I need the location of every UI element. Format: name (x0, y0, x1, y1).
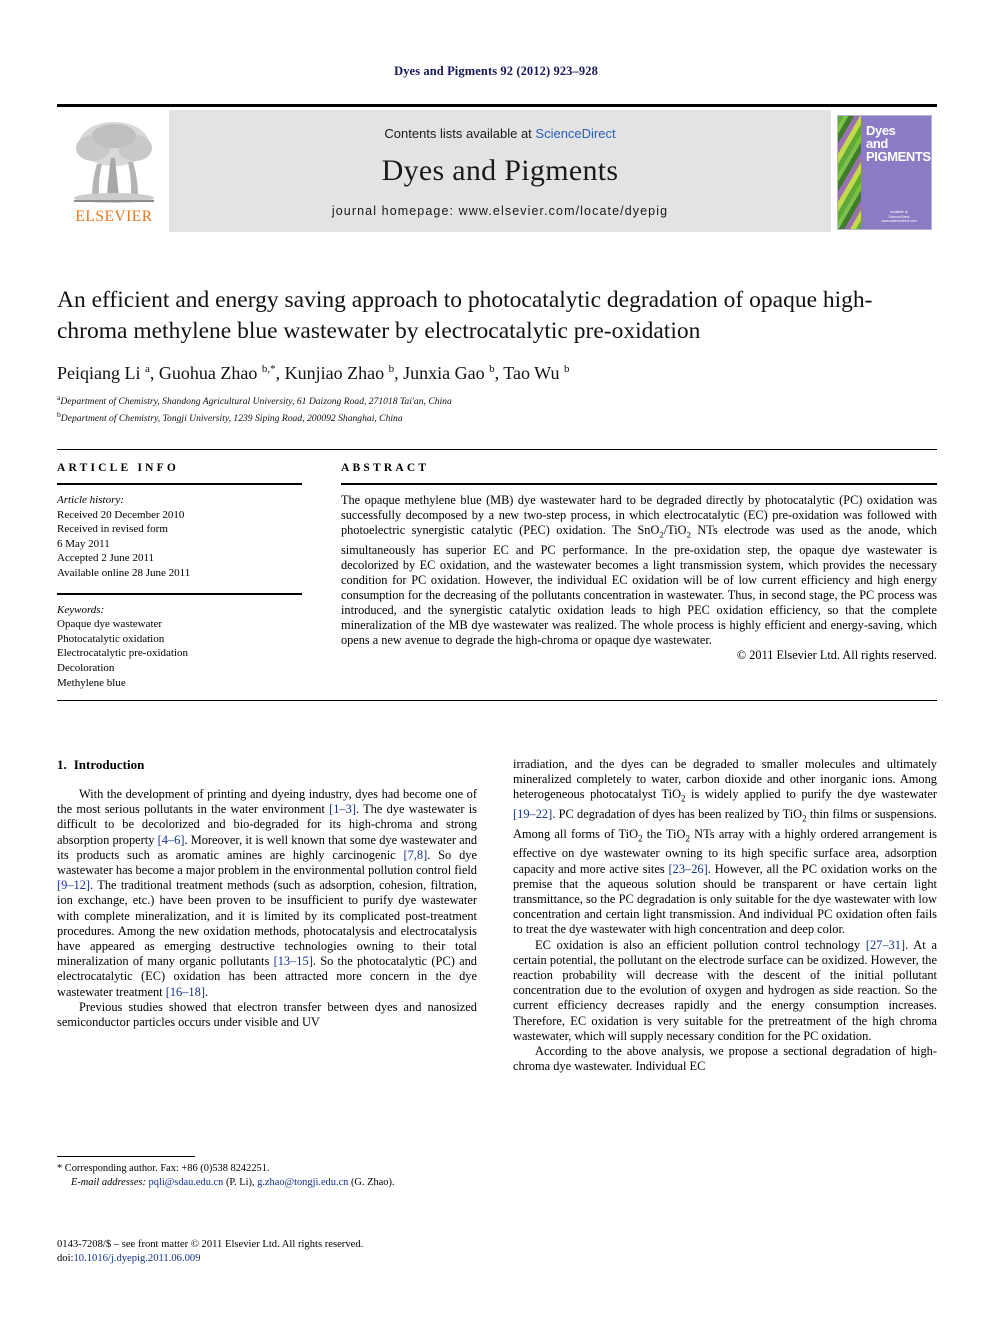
abstract-column: ABSTRACT The opaque methylene blue (MB) … (341, 462, 937, 663)
contents-line: Contents lists available at ScienceDirec… (169, 126, 831, 141)
elsevier-logo: ELSEVIER (65, 116, 163, 228)
doi-link[interactable]: 10.1016/j.dyepig.2011.06.009 (73, 1253, 200, 1264)
elsevier-tree-icon (74, 122, 154, 203)
cover-title-line3: PIGMENTS (866, 149, 931, 164)
article-info-divider (57, 483, 302, 485)
corresponding-author-note: * Corresponding author. Fax: +86 (0)538 … (57, 1163, 270, 1174)
body-column-left: 1. Introduction With the development of p… (57, 757, 477, 1030)
colophon: 0143-7208/$ – see front matter © 2011 El… (57, 1238, 487, 1265)
body-column-right: irradiation, and the dyes can be degrade… (513, 757, 937, 1074)
keyword-item: Electrocatalytic pre-oxidation (57, 647, 189, 660)
journal-cover-thumbnail: Dyes and PIGMENTS available at ScienceDi… (837, 115, 932, 230)
paragraph: According to the above analysis, we prop… (513, 1044, 937, 1074)
keyword-item: Opaque dye wastewater (57, 618, 163, 631)
info-rule-top (57, 449, 937, 450)
affiliations: aDepartment of Chemistry, Shandong Agric… (57, 392, 937, 425)
cover-art-strip (838, 116, 861, 229)
abstract-copyright: © 2011 Elsevier Ltd. All rights reserved… (736, 648, 937, 663)
cover-sd-line3: www.sciencedirect.com (881, 219, 917, 224)
masthead-center: Contents lists available at ScienceDirec… (169, 110, 831, 232)
paragraph: EC oxidation is also an efficient pollut… (513, 937, 937, 1043)
paragraph: Previous studies showed that electron tr… (57, 999, 477, 1030)
elsevier-wordmark: ELSEVIER (75, 208, 153, 225)
abstract-heading: ABSTRACT (341, 462, 430, 474)
info-rule-bottom (57, 700, 937, 701)
abstract-text: The opaque methylene blue (MB) dye waste… (341, 493, 937, 648)
journal-masthead: ELSEVIER Contents lists available at Sci… (57, 104, 937, 232)
article-history-label: Article history: (57, 494, 124, 506)
author-list: Peiqiang Li a, Guohua Zhao b,*, Kunjiao … (57, 363, 570, 383)
keyword-item: Decoloration (57, 661, 115, 674)
article-title: An efficient and energy saving approach … (57, 287, 873, 344)
footnote-rule (57, 1156, 195, 1157)
abstract-divider (341, 483, 937, 485)
email-addresses-note: E-mail addresses: pqli@sdau.edu.cn (P. L… (71, 1177, 395, 1188)
cover-title: Dyes and PIGMENTS (866, 124, 931, 164)
affiliation-a-text: Department of Chemistry, Shandong Agricu… (60, 396, 452, 408)
article-page: Dyes and Pigments 92 (2012) 923–928 ELSE… (0, 0, 992, 1323)
keyword-item: Methylene blue (57, 676, 126, 689)
cover-sciencedirect-mark: available at ScienceDirect www.sciencedi… (871, 210, 927, 224)
history-item: Received 20 December 2010 (57, 508, 185, 521)
keywords-divider (57, 592, 302, 595)
article-info-heading: ARTICLE INFO (57, 462, 180, 474)
history-item: 6 May 2011 (57, 537, 110, 550)
journal-homepage-link[interactable]: journal homepage: www.elsevier.com/locat… (169, 204, 831, 218)
affiliation-b: bDepartment of Chemistry, Tongji Univers… (57, 409, 937, 426)
doi-label: doi: (57, 1252, 74, 1264)
issn-copyright-line: 0143-7208/$ – see front matter © 2011 El… (57, 1239, 364, 1250)
journal-cover-cell: Dyes and PIGMENTS available at ScienceDi… (831, 110, 937, 232)
paragraph: irradiation, and the dyes can be degrade… (513, 757, 937, 937)
paragraph: With the development of printing and dye… (57, 787, 478, 999)
article-info-column: ARTICLE INFO Article history: Received 2… (57, 462, 302, 690)
affiliation-a: aDepartment of Chemistry, Shandong Agric… (57, 392, 937, 409)
keywords-label: Keywords: (57, 603, 105, 616)
affiliation-b-text: Department of Chemistry, Tongji Universi… (60, 412, 403, 424)
keyword-item: Photocatalytic oxidation (57, 632, 165, 645)
keywords-block: Keywords: Opaque dye wastewater Photocat… (57, 603, 302, 691)
history-item: Received in revised form (57, 523, 168, 536)
contents-label: Contents lists available at (384, 126, 536, 141)
running-head: Dyes and Pigments 92 (2012) 923–928 (394, 64, 598, 78)
history-item: Available online 28 June 2011 (57, 566, 191, 579)
section-title: Introduction (73, 757, 145, 772)
section-heading-introduction: 1. Introduction (57, 757, 477, 773)
journal-title: Dyes and Pigments (381, 154, 619, 187)
history-item: Accepted 2 June 2011 (57, 552, 155, 565)
doi-line: doi:10.1016/j.dyepig.2011.06.009 (57, 1252, 487, 1266)
footnote-block: * Corresponding author. Fax: +86 (0)538 … (57, 1162, 477, 1190)
sciencedirect-link[interactable]: ScienceDirect (535, 126, 615, 141)
publisher-logo-cell: ELSEVIER (57, 110, 169, 232)
section-number: 1. (57, 757, 67, 772)
